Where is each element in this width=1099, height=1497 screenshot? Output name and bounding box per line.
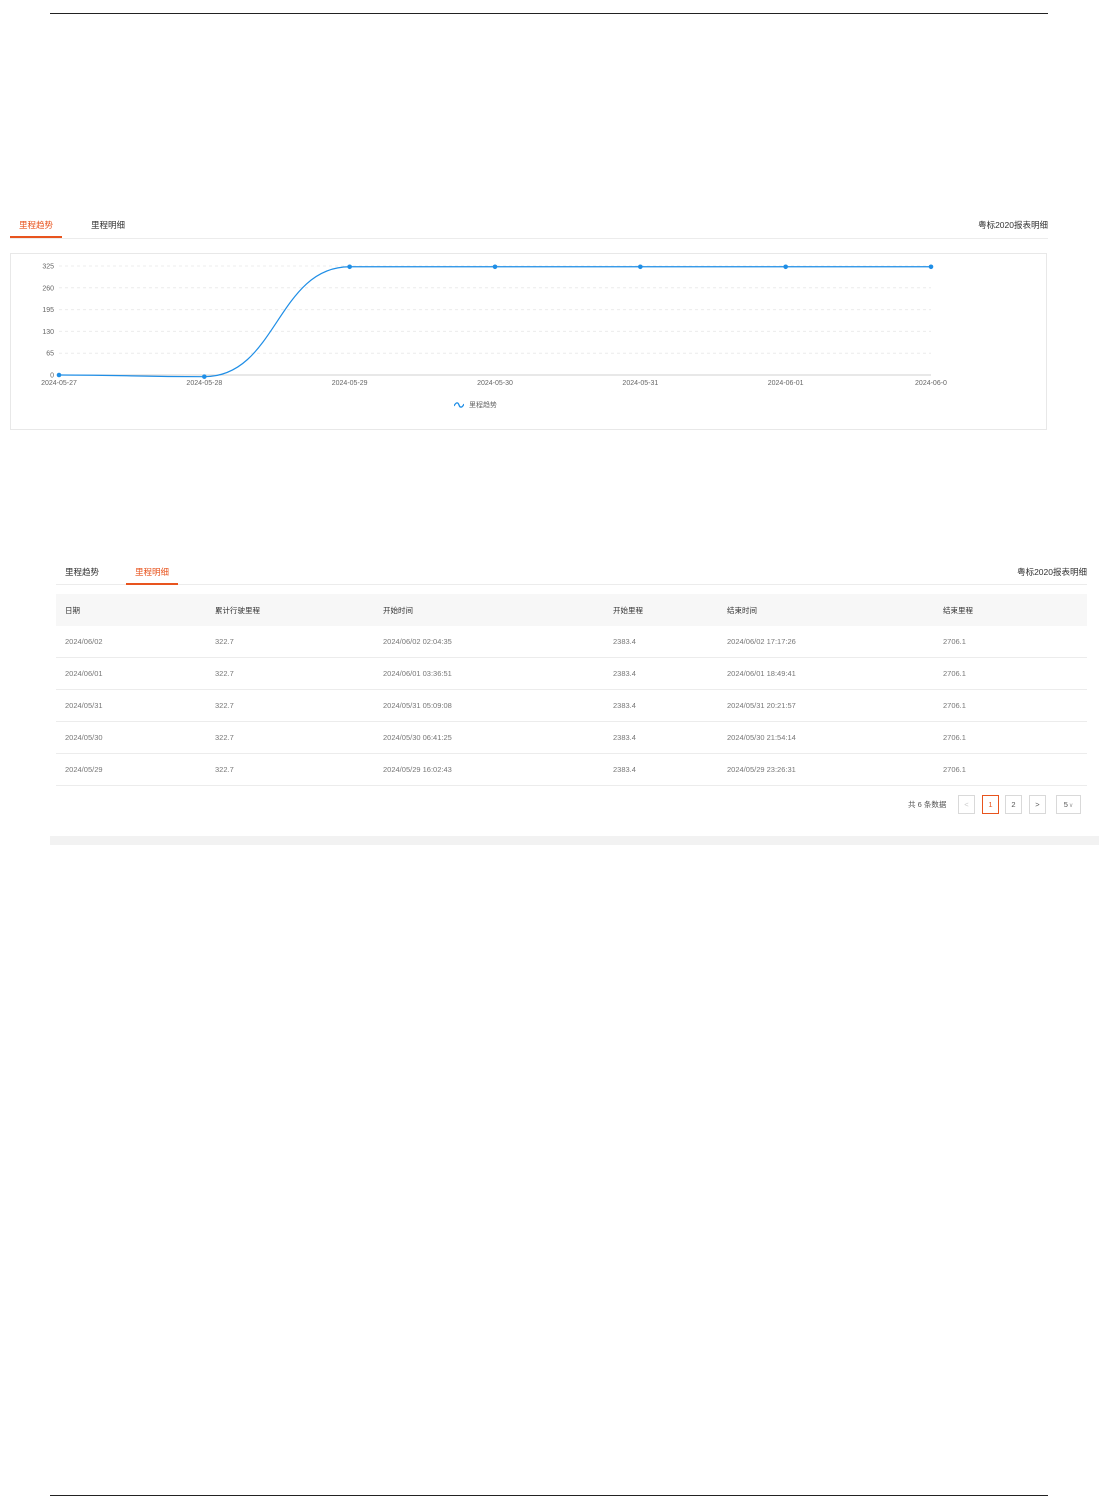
- cell-date: 2024/06/02: [56, 626, 206, 658]
- column-header-end-time: 结束时间: [718, 594, 934, 626]
- bottom-rule: [50, 1495, 1048, 1496]
- x-tick-label: 2024-06-01: [768, 380, 804, 387]
- trend-tab-bar: 里程趋势 里程明细 粤标2020报表明细: [10, 214, 1048, 239]
- pagination-page-1[interactable]: 1: [982, 795, 999, 814]
- cell-end-mileage: 2706.1: [934, 689, 1087, 722]
- table-row: 2024/06/01 322.7 2024/06/01 03:36:51 238…: [56, 657, 1087, 690]
- cell-start-mileage: 2383.4: [604, 689, 718, 722]
- table-row: 2024/05/30 322.7 2024/05/30 06:41:25 238…: [56, 721, 1087, 754]
- cell-start-time: 2024/05/29 16:02:43: [374, 753, 604, 786]
- x-tick-label: 2024-05-28: [186, 380, 222, 387]
- data-point: [928, 264, 934, 270]
- legend-line-icon: [454, 402, 464, 408]
- x-tick-label: 2024-05-27: [41, 380, 77, 387]
- tab-mileage-detail[interactable]: 里程明细: [126, 561, 178, 585]
- data-point: [56, 372, 62, 378]
- pagination-total: 共 6 条数据: [908, 800, 947, 809]
- cell-end-time: 2024/05/30 21:54:14: [718, 721, 934, 754]
- cell-total-mileage: 322.7: [206, 657, 374, 690]
- report-detail-link[interactable]: 粤标2020报表明细: [978, 214, 1048, 236]
- cell-end-time: 2024/06/02 17:17:26: [718, 626, 934, 658]
- y-tick-label: 325: [42, 264, 54, 271]
- horizontal-scrollbar[interactable]: [50, 836, 1099, 845]
- y-tick-label: 65: [46, 351, 54, 358]
- x-tick-label: 2024-05-31: [622, 380, 658, 387]
- tab-mileage-trend[interactable]: 里程趋势: [10, 214, 62, 238]
- table-row: 2024/05/31 322.7 2024/05/31 05:09:08 238…: [56, 689, 1087, 722]
- cell-date: 2024/06/01: [56, 657, 206, 690]
- data-point: [347, 264, 352, 270]
- data-point: [202, 374, 207, 379]
- cell-end-mileage: 2706.1: [934, 721, 1087, 754]
- column-header-start-mileage: 开始里程: [604, 594, 718, 626]
- cell-end-time: 2024/06/01 18:49:41: [718, 657, 934, 690]
- chart-legend[interactable]: 里程趋势: [454, 400, 497, 412]
- cell-total-mileage: 322.7: [206, 721, 374, 754]
- cell-date: 2024/05/29: [56, 753, 206, 786]
- table-row: 2024/06/02 322.7 2024/06/02 02:04:35 238…: [56, 626, 1087, 658]
- cell-end-time: 2024/05/31 20:21:57: [718, 689, 934, 722]
- tab-mileage-detail[interactable]: 里程明细: [80, 214, 136, 236]
- x-tick-label: 2024-05-30: [477, 380, 513, 387]
- report-detail-link[interactable]: 粤标2020报表明细: [1017, 561, 1087, 583]
- x-tick-label: 2024-05-29: [332, 380, 368, 387]
- cell-start-time: 2024/06/01 03:36:51: [374, 657, 604, 690]
- cell-start-mileage: 2383.4: [604, 626, 718, 658]
- legend-label: 里程趋势: [468, 402, 497, 409]
- y-tick-label: 130: [42, 329, 54, 336]
- cell-total-mileage: 322.7: [206, 626, 374, 658]
- cell-date: 2024/05/31: [56, 689, 206, 722]
- column-header-date: 日期: [56, 594, 206, 626]
- column-header-total-mileage: 累计行驶里程: [206, 594, 374, 626]
- x-tick-label: 2024-06-0: [915, 380, 947, 387]
- cell-start-mileage: 2383.4: [604, 753, 718, 786]
- chevron-down-icon: ∨: [1068, 803, 1074, 809]
- page-size-select[interactable]: 5∨: [1056, 795, 1081, 814]
- cell-start-time: 2024/05/30 06:41:25: [374, 721, 604, 754]
- cell-start-time: 2024/06/02 02:04:35: [374, 626, 604, 658]
- data-point: [638, 264, 643, 270]
- cell-end-mileage: 2706.1: [934, 657, 1087, 690]
- cell-start-mileage: 2383.4: [604, 657, 718, 690]
- table-header-row: 日期 累计行驶里程 开始时间 开始里程 结束时间 结束里程: [56, 594, 1087, 626]
- tab-mileage-trend[interactable]: 里程趋势: [56, 561, 108, 583]
- table-row: 2024/05/29 322.7 2024/05/29 16:02:43 238…: [56, 753, 1087, 786]
- y-tick-label: 0: [50, 373, 54, 380]
- pagination-next-button[interactable]: >: [1029, 795, 1046, 814]
- y-tick-label: 195: [42, 307, 54, 314]
- cell-date: 2024/05/30: [56, 721, 206, 754]
- trend-chart-panel: 0 65 130 195 260 325 2024-05-27 2024-05-28 2024-…: [10, 253, 1047, 430]
- pagination-prev-button[interactable]: <: [958, 795, 975, 814]
- cell-end-mileage: 2706.1: [934, 753, 1087, 786]
- cell-start-time: 2024/05/31 05:09:08: [374, 689, 604, 722]
- detail-tab-bar: 里程趋势 里程明细 粤标2020报表明细: [56, 561, 1087, 585]
- column-header-start-time: 开始时间: [374, 594, 604, 626]
- cell-total-mileage: 322.7: [206, 689, 374, 722]
- pagination-page-2[interactable]: 2: [1005, 795, 1022, 814]
- page-size-value: 5: [1063, 800, 1068, 809]
- cell-end-mileage: 2706.1: [934, 626, 1087, 658]
- series-line: [58, 266, 931, 378]
- mileage-detail-table: 日期 累计行驶里程 开始时间 开始里程 结束时间 结束里程 2024/06/02…: [56, 594, 1087, 786]
- cell-end-time: 2024/05/29 23:26:31: [718, 753, 934, 786]
- cell-total-mileage: 322.7: [206, 753, 374, 786]
- column-header-end-mileage: 结束里程: [934, 594, 1087, 626]
- top-rule: [50, 13, 1048, 14]
- cell-start-mileage: 2383.4: [604, 721, 718, 754]
- y-tick-label: 260: [42, 285, 54, 292]
- data-point: [492, 264, 498, 270]
- mileage-trend-chart: 0 65 130 195 260 325 2024-05-27 2024-05-28 2024-…: [41, 264, 947, 388]
- data-point: [783, 264, 788, 270]
